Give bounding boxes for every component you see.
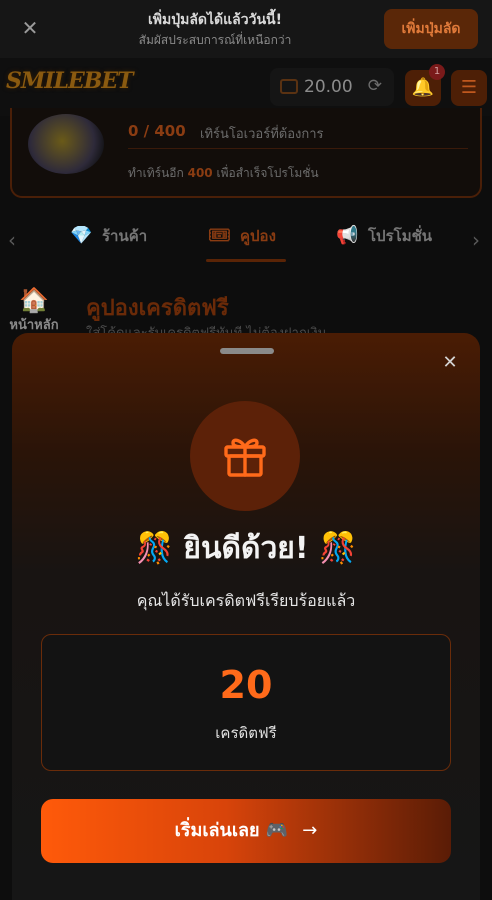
notification-badge: 1 bbox=[429, 64, 445, 80]
install-banner: ✕ เพิ่มปุ่มลัดได้แล้ววันนี้! สัมผัสประสบ… bbox=[0, 0, 492, 58]
banner-title: เพิ่มปุ่มลัดได้แล้ววันนี้! bbox=[147, 12, 282, 28]
start-playing-button[interactable]: เริ่มเล่นเลย 🎮 → bbox=[41, 799, 451, 863]
turnover-label: เทิร์นโอเวอร์ที่ต้องการ bbox=[200, 127, 324, 142]
credit-summary-box: 20 เครดิตฟรี bbox=[41, 634, 451, 771]
megaphone-icon: 📢 bbox=[336, 225, 359, 246]
balance-display: 20.00 ⟳ bbox=[270, 68, 394, 106]
turnover-progress: 0 / 400 bbox=[128, 122, 186, 140]
credit-label: เครดิตฟรี bbox=[215, 724, 277, 742]
diamond-icon: 💎 bbox=[70, 225, 93, 246]
banner-subtitle: สัมผัสประสบการณ์ที่เหนือกว่า bbox=[138, 33, 292, 47]
tab-promotion[interactable]: 📢 โปรโมชั่น bbox=[336, 224, 432, 256]
nav-left-icon[interactable]: ‹ bbox=[8, 228, 16, 252]
active-tab-indicator bbox=[206, 259, 286, 262]
add-shortcut-button[interactable]: เพิ่มปุ่มลัด bbox=[384, 9, 478, 49]
home-button[interactable]: 🏠 หน้าหลัก bbox=[4, 286, 64, 335]
start-playing-label: เริ่มเล่นเลย 🎮 bbox=[174, 820, 289, 841]
home-icon: 🏠 bbox=[19, 286, 49, 314]
balance-amount: 20.00 bbox=[304, 77, 353, 97]
close-modal-icon[interactable]: ✕ bbox=[438, 351, 462, 375]
promo-progress-card: 0 / 400 เทิร์นโอเวอร์ที่ต้องการ ทำเทิร์น… bbox=[10, 108, 482, 198]
remaining-turnover-text: ทำเทิร์นอีก 400 เพื่อสำเร็จโปรโมชั่น bbox=[128, 166, 319, 180]
arrow-right-icon: → bbox=[302, 820, 318, 841]
divider bbox=[128, 148, 468, 149]
page-title: คูปองเครดิตฟรี bbox=[86, 296, 229, 321]
refresh-icon[interactable]: ⟳ bbox=[368, 76, 382, 96]
credit-amount: 20 bbox=[219, 663, 273, 707]
bell-icon: 🔔 bbox=[411, 77, 435, 98]
menu-button[interactable]: ☰ bbox=[451, 70, 487, 106]
tab-coupon[interactable]: 🎟 คูปอง bbox=[208, 224, 276, 256]
trophy-icon bbox=[28, 114, 104, 174]
success-modal: ✕ 🎊 ยินดีด้วย! 🎊 คุณได้รับเครดิตฟรีเรียบ… bbox=[12, 333, 480, 900]
logo[interactable]: SMILEBET bbox=[6, 68, 134, 94]
menu-icon: ☰ bbox=[460, 77, 478, 98]
wallet-icon bbox=[280, 79, 298, 94]
nav-right-icon[interactable]: › bbox=[472, 228, 480, 252]
tab-shop[interactable]: 💎 ร้านค้า bbox=[70, 224, 147, 256]
category-nav: ‹ 💎 ร้านค้า 🎟 คูปอง 📢 โปรโมชั่น › bbox=[0, 212, 492, 268]
gift-icon bbox=[224, 438, 266, 477]
gift-badge bbox=[190, 401, 300, 511]
congrats-heading: 🎊 ยินดีด้วย! 🎊 bbox=[135, 531, 357, 566]
home-label: หน้าหลัก bbox=[9, 318, 59, 333]
notification-button[interactable]: 🔔 1 bbox=[405, 64, 445, 106]
coupon-icon: 🎟 bbox=[208, 225, 231, 246]
success-message: คุณได้รับเครดิตฟรีเรียบร้อยแล้ว bbox=[136, 591, 356, 610]
drag-handle[interactable] bbox=[220, 348, 274, 354]
